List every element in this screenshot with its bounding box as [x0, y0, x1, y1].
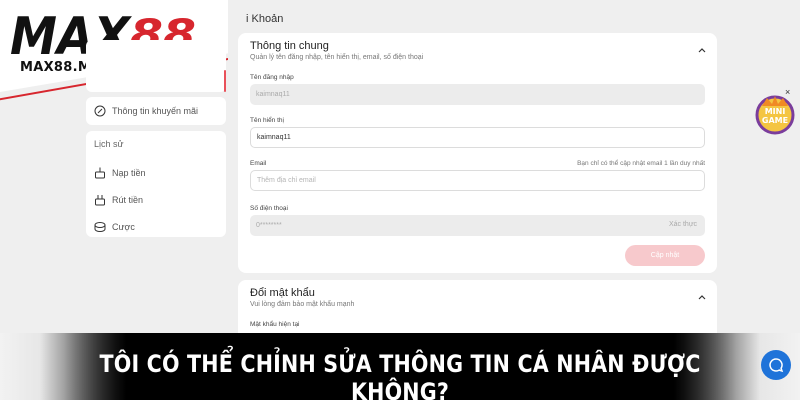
minigame-badge[interactable]: MINI GAME — [752, 92, 798, 138]
sidebar-history-card: Lịch sử Nạp tiền Rút tiền Cược — [86, 131, 226, 237]
current-password-label: Mật khẩu hiện tại — [250, 321, 300, 328]
display-name-input[interactable]: kaimnaq11 — [250, 127, 705, 148]
sidebar-item-label: Nạp tiền — [112, 167, 146, 178]
account-page: MAX 88 MAX88.MONEY Thông tin khuyến mãi … — [0, 0, 800, 400]
percent-icon — [94, 105, 106, 117]
phone-field: 0******** Xác thực — [250, 215, 705, 236]
chat-button[interactable] — [761, 350, 791, 380]
email-label: Email — [250, 160, 267, 167]
email-note: Bạn chỉ có thể cập nhật email 1 lần duy … — [577, 160, 705, 167]
section-title: Thông tin chung — [250, 40, 329, 52]
deposit-icon — [94, 167, 106, 179]
chevron-up-icon[interactable] — [697, 292, 707, 302]
svg-text:GAME: GAME — [762, 116, 788, 125]
sidebar-account-card — [86, 40, 226, 92]
sidebar-item-withdraw[interactable]: Rút tiền — [92, 186, 220, 213]
phone-value: 0******** — [256, 222, 282, 229]
withdraw-icon — [94, 194, 106, 206]
phone-label: Số điện thoại — [250, 205, 288, 212]
username-label: Tên đăng nhập — [250, 74, 294, 81]
verify-link[interactable]: Xác thực — [669, 221, 697, 228]
sidebar-item-label: Rút tiền — [112, 194, 144, 205]
change-password-card: Đổi mật khẩu Vui lòng đảm bảo mật khẩu m… — [238, 280, 717, 340]
section-title: Đổi mật khẩu — [250, 287, 315, 299]
minigame-close-icon[interactable]: × — [785, 87, 790, 97]
sidebar-item-label: Thông tin khuyến mãi — [112, 106, 199, 116]
active-indicator — [224, 70, 226, 92]
svg-text:MINI: MINI — [765, 107, 786, 116]
banner-title: TÔI CÓ THỂ CHỈNH SỬA THÔNG TIN CÁ NHÂN Đ… — [99, 350, 701, 400]
bet-icon — [94, 221, 106, 233]
sidebar-item-label: Cược — [112, 221, 135, 232]
history-heading: Lịch sử — [94, 139, 124, 149]
section-subtitle: Vui lòng đảm bảo mật khẩu mạnh — [250, 301, 355, 308]
username-field: kaimnaq11 — [250, 84, 705, 105]
chat-bubble-icon — [769, 358, 784, 373]
general-info-card: Thông tin chung Quản lý tên đăng nhập, t… — [238, 33, 717, 273]
display-name-label: Tên hiển thị — [250, 117, 284, 124]
email-input[interactable]: Thêm địa chỉ email — [250, 170, 705, 191]
sidebar-item-deposit[interactable]: Nạp tiền — [92, 159, 220, 186]
chevron-up-icon[interactable] — [697, 45, 707, 55]
sidebar-item-bet[interactable]: Cược — [92, 213, 220, 240]
section-subtitle: Quản lý tên đăng nhập, tên hiển thị, ema… — [250, 54, 424, 61]
update-button[interactable]: Cập nhật — [625, 245, 705, 266]
sidebar-item-promo[interactable]: Thông tin khuyến mãi — [86, 97, 226, 125]
breadcrumb: i Khoản — [246, 13, 284, 25]
